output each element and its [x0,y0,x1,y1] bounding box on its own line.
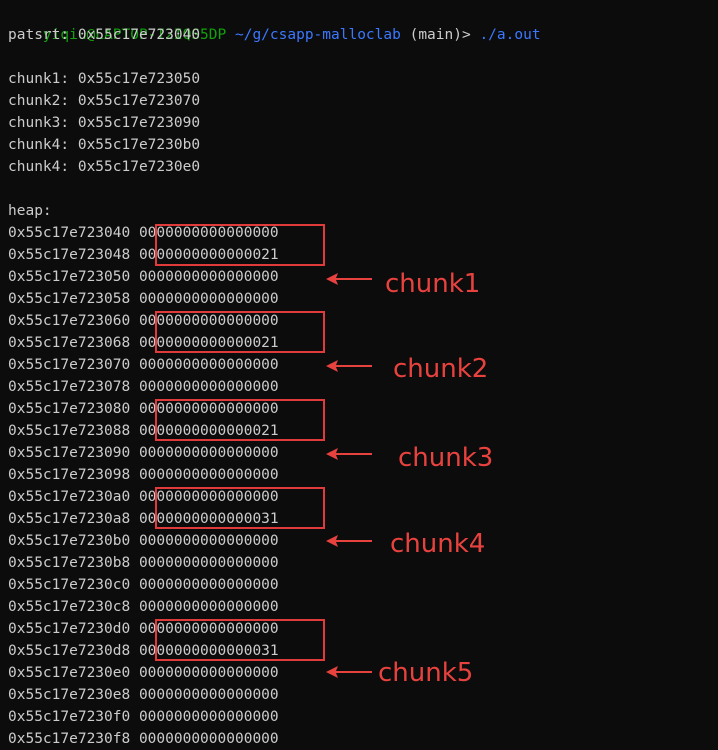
heap-row: 0x55c17e7230e0 0000000000000000 [8,662,279,684]
heap-row-value: 0000000000000000 [138,665,279,681]
heap-row-address: 0x55c17e723078 [8,379,131,395]
heap-row: 0x55c17e723070 0000000000000000 [8,354,279,376]
heap-row: 0x55c17e723090 0000000000000000 [8,442,279,464]
heap-row-address: 0x55c17e723080 [8,401,131,417]
heap-row-address: 0x55c17e723050 [8,269,131,285]
left-arrow-icon [326,360,372,372]
output-patsrt: patsrt: 0x55c17e723040 [8,27,201,43]
annotation-label: chunk3 [398,443,494,473]
heap-row-address: 0x55c17e723098 [8,467,131,483]
heap-row-address: 0x55c17e723058 [8,291,131,307]
heap-row: 0x55c17e723050 0000000000000000 [8,266,279,288]
heap-row-address: 0x55c17e723088 [8,423,131,439]
heap-row-address: 0x55c17e723068 [8,335,131,351]
heap-row-value: 0000000000000000 [138,269,279,285]
output-chunk-line: chunk1: 0x55c17e723050 [8,71,201,87]
heap-row-value: 0000000000000000 [138,687,279,703]
heap-row-address: 0x55c17e7230d0 [8,621,131,637]
terminal-window[interactable]: yiqiu@LAPTOP-I2IQS5DP ~/g/csapp-mallocla… [0,0,718,750]
annotation-label: chunk5 [378,658,474,688]
heap-title: heap: [8,203,52,219]
heap-row: 0x55c17e7230b8 0000000000000000 [8,552,279,574]
heap-row: 0x55c17e7230b0 0000000000000000 [8,530,279,552]
output-chunk-line: chunk2: 0x55c17e723070 [8,93,201,109]
heap-row-value: 0000000000000000 [138,555,279,571]
heap-row-address: 0x55c17e723048 [8,247,131,263]
heap-row-address: 0x55c17e723090 [8,445,131,461]
heap-row-address: 0x55c17e723070 [8,357,131,373]
heap-row-address: 0x55c17e7230e0 [8,665,131,681]
heap-row: 0x55c17e7230f0 0000000000000000 [8,706,279,728]
heap-row-value: 0000000000000000 [138,291,279,307]
heap-row-value: 0000000000000000 [138,731,279,747]
heap-row-address: 0x55c17e7230b8 [8,555,131,571]
left-arrow-icon [326,535,372,547]
heap-row-address: 0x55c17e723040 [8,225,131,241]
heap-row: 0x55c17e723058 0000000000000000 [8,288,279,310]
chunk-header-box [155,311,325,353]
output-chunk-line: chunk4: 0x55c17e7230b0 [8,137,201,153]
heap-row-address: 0x55c17e7230c0 [8,577,131,593]
heap-row: 0x55c17e7230c0 0000000000000000 [8,574,279,596]
heap-row: 0x55c17e723098 0000000000000000 [8,464,279,486]
heap-row: 0x55c17e7230f8 0000000000000000 [8,728,279,750]
heap-row-value: 0000000000000000 [138,709,279,725]
annotation-label: chunk2 [393,354,489,384]
chunk-header-box [155,619,325,661]
chunk-header-box [155,224,325,266]
annotation-label: chunk1 [385,269,481,299]
heap-row-address: 0x55c17e7230e8 [8,687,131,703]
heap-row: 0x55c17e723078 0000000000000000 [8,376,279,398]
left-arrow-icon [326,666,372,678]
heap-row-value: 0000000000000000 [138,445,279,461]
heap-row-address: 0x55c17e7230a0 [8,489,131,505]
output-chunk-line: chunk3: 0x55c17e723090 [8,115,201,131]
chunk-header-box [155,487,325,529]
heap-row: 0x55c17e7230e8 0000000000000000 [8,684,279,706]
left-arrow-icon [326,448,372,460]
heap-row-value: 0000000000000000 [138,599,279,615]
heap-row-address: 0x55c17e723060 [8,313,131,329]
heap-row-address: 0x55c17e7230b0 [8,533,131,549]
heap-row-value: 0000000000000000 [138,533,279,549]
prompt-line: yiqiu@LAPTOP-I2IQS5DP ~/g/csapp-mallocla… [8,2,541,43]
output-chunk-line: chunk4: 0x55c17e7230e0 [8,159,201,175]
prompt-command: ./a.out [479,27,541,43]
heap-row-value: 0000000000000000 [138,467,279,483]
prompt-branch: (main)> [409,27,471,43]
heap-row-address: 0x55c17e7230f8 [8,731,131,747]
chunk-header-box [155,399,325,441]
left-arrow-icon [326,273,372,285]
heap-row-address: 0x55c17e7230c8 [8,599,131,615]
prompt-path: ~/g/csapp-malloclab [234,27,401,43]
heap-row-value: 0000000000000000 [138,357,279,373]
heap-row-value: 0000000000000000 [138,379,279,395]
heap-row: 0x55c17e7230c8 0000000000000000 [8,596,279,618]
heap-row-address: 0x55c17e7230a8 [8,511,131,527]
heap-row-address: 0x55c17e7230f0 [8,709,131,725]
heap-row-value: 0000000000000000 [138,577,279,593]
heap-row-address: 0x55c17e7230d8 [8,643,131,659]
annotation-label: chunk4 [390,529,486,559]
